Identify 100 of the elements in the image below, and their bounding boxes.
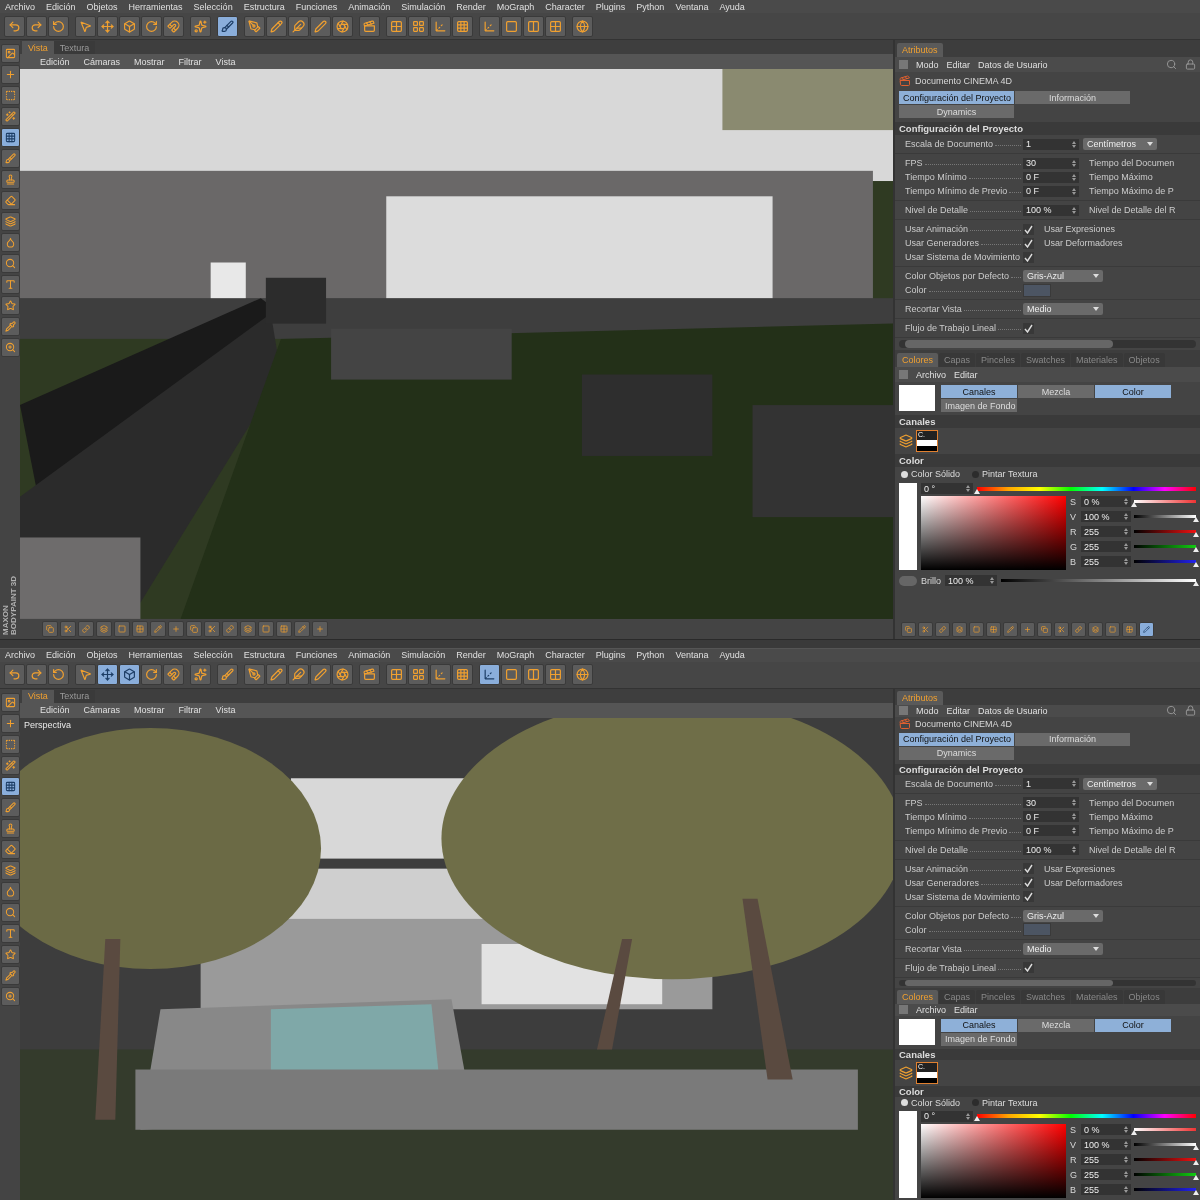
menu-item[interactable]: Mostrar — [134, 705, 165, 716]
menu-item[interactable]: Objetos — [86, 650, 118, 661]
menu-item[interactable]: Vista — [215, 56, 236, 67]
dropdown[interactable]: Gris-Azul — [1023, 909, 1103, 922]
number-field[interactable]: 255 — [1081, 526, 1131, 538]
menu-item[interactable]: Herramientas — [128, 1, 183, 12]
view-tab[interactable]: Textura — [53, 41, 96, 54]
menu-item[interactable]: Archivo — [5, 650, 35, 661]
menu-item[interactable]: Vista — [215, 705, 236, 716]
menu-item[interactable]: Modo — [916, 59, 939, 70]
attribute-tab[interactable]: Información — [1015, 91, 1130, 104]
menu-item[interactable]: Selección — [193, 650, 233, 661]
menu-item[interactable]: Ayuda — [719, 650, 745, 661]
menu-item[interactable]: Selección — [193, 1, 233, 12]
mode-tab[interactable]: Color — [1095, 385, 1171, 398]
menu-item[interactable]: Mostrar — [134, 56, 165, 67]
mode-tab[interactable]: Canales — [941, 385, 1017, 398]
menu-item[interactable]: Edición — [46, 1, 76, 12]
menu-item[interactable]: Estructura — [243, 1, 285, 12]
menu-item[interactable]: Archivo — [5, 1, 35, 12]
dropdown[interactable]: Medio — [1023, 303, 1103, 315]
menu-item[interactable]: Python — [636, 1, 665, 12]
mode-tab[interactable]: Imagen de Fondo — [941, 399, 1017, 412]
menu-item[interactable]: Ventana — [675, 1, 709, 12]
menu-item[interactable]: Render — [456, 650, 486, 661]
number-field[interactable]: 255 — [1081, 541, 1131, 553]
unit-dropdown[interactable]: Centímetros — [1083, 777, 1157, 790]
menu-item[interactable]: Editar — [954, 1004, 978, 1015]
menu-item[interactable]: Ayuda — [719, 1, 745, 12]
mode-tab[interactable]: Imagen de Fondo — [941, 1033, 1017, 1046]
mode-tab[interactable]: Canales — [941, 1019, 1017, 1032]
menu-item[interactable]: Editar — [946, 59, 971, 70]
view-tab[interactable]: Vista — [22, 41, 54, 54]
menu-item[interactable]: Edición — [40, 705, 70, 716]
menu-item[interactable]: Render — [456, 1, 486, 12]
number-field[interactable]: 255 — [1081, 556, 1131, 568]
menu-item[interactable]: MoGraph — [496, 650, 535, 661]
menu-item[interactable]: Python — [636, 650, 665, 661]
menu-item[interactable]: Plugins — [595, 1, 626, 12]
number-field[interactable]: 0 F — [1023, 811, 1079, 823]
menu-item[interactable]: Funciones — [295, 650, 338, 661]
menu-item[interactable]: Editar — [946, 705, 971, 716]
mode-tab[interactable]: Mezcla — [1018, 1019, 1094, 1032]
number-field[interactable]: 1 — [1023, 138, 1079, 150]
number-field[interactable]: 0 % — [1081, 1124, 1131, 1136]
menu-item[interactable]: Edición — [46, 650, 76, 661]
menu-item[interactable]: Editar — [954, 369, 978, 380]
number-field[interactable]: 100 % — [945, 575, 997, 586]
number-field[interactable]: 255 — [1081, 1169, 1131, 1181]
attribute-tab[interactable]: Configuración del Proyecto — [899, 732, 1014, 746]
menu-item[interactable]: Filtrar — [178, 56, 202, 67]
hue-field[interactable]: 0 ° — [921, 483, 973, 494]
number-field[interactable]: 100 % — [1023, 844, 1079, 856]
attribute-tab[interactable]: Dynamics — [899, 105, 1014, 118]
number-field[interactable]: 100 % — [1023, 204, 1079, 216]
menu-item[interactable]: Cámaras — [83, 56, 121, 67]
attribute-tab[interactable]: Configuración del Proyecto — [899, 91, 1014, 104]
menu-item[interactable]: MoGraph — [496, 1, 535, 12]
number-field[interactable]: 0 F — [1023, 185, 1079, 197]
menu-item[interactable]: Datos de Usuario — [978, 59, 1048, 70]
radio-button[interactable]: Pintar Textura — [972, 469, 1038, 479]
menu-item[interactable]: Modo — [916, 705, 939, 716]
menu-item[interactable]: Cámaras — [83, 705, 121, 716]
menu-item[interactable]: Archivo — [916, 369, 946, 380]
view-tab[interactable]: Vista — [22, 689, 54, 703]
number-field[interactable]: 255 — [1081, 1154, 1131, 1166]
number-field[interactable]: 100 % — [1081, 511, 1131, 523]
number-field[interactable]: 100 % — [1081, 1139, 1131, 1151]
number-field[interactable]: 0 F — [1023, 825, 1079, 837]
number-field[interactable]: 0 F — [1023, 171, 1079, 183]
mode-tab[interactable]: Mezcla — [1018, 385, 1094, 398]
menu-item[interactable]: Simulación — [401, 650, 446, 661]
menu-item[interactable]: Datos de Usuario — [978, 705, 1048, 716]
number-field[interactable]: 255 — [1081, 1184, 1131, 1196]
menu-item[interactable]: Animación — [348, 1, 391, 12]
attribute-tab[interactable]: Información — [1015, 732, 1130, 746]
menu-item[interactable]: Animación — [348, 650, 391, 661]
unit-dropdown[interactable]: Centímetros — [1083, 138, 1157, 150]
radio-button[interactable]: Color Sólido — [901, 469, 961, 479]
menu-item[interactable]: Simulación — [401, 1, 446, 12]
dropdown[interactable]: Medio — [1023, 942, 1103, 955]
menu-item[interactable]: Herramientas — [128, 650, 183, 661]
radio-button[interactable]: Pintar Textura — [972, 1098, 1038, 1108]
menu-item[interactable]: Character — [545, 1, 585, 12]
number-field[interactable]: 0 % — [1081, 496, 1131, 508]
menu-item[interactable]: Edición — [40, 56, 70, 67]
menu-item[interactable]: Archivo — [916, 1004, 946, 1015]
menu-item[interactable]: Estructura — [243, 650, 285, 661]
number-field[interactable]: 30 — [1023, 157, 1079, 169]
hue-field[interactable]: 0 ° — [921, 1111, 973, 1122]
number-field[interactable]: 1 — [1023, 778, 1079, 790]
mode-tab[interactable]: Color — [1095, 1019, 1171, 1032]
menu-item[interactable]: Character — [545, 650, 585, 661]
number-field[interactable]: 30 — [1023, 797, 1079, 809]
dropdown[interactable]: Gris-Azul — [1023, 270, 1103, 282]
menu-item[interactable]: Filtrar — [178, 705, 202, 716]
menu-item[interactable]: Objetos — [86, 1, 118, 12]
radio-button[interactable]: Color Sólido — [901, 1098, 961, 1108]
menu-item[interactable]: Plugins — [595, 650, 626, 661]
view-tab[interactable]: Textura — [53, 689, 96, 703]
